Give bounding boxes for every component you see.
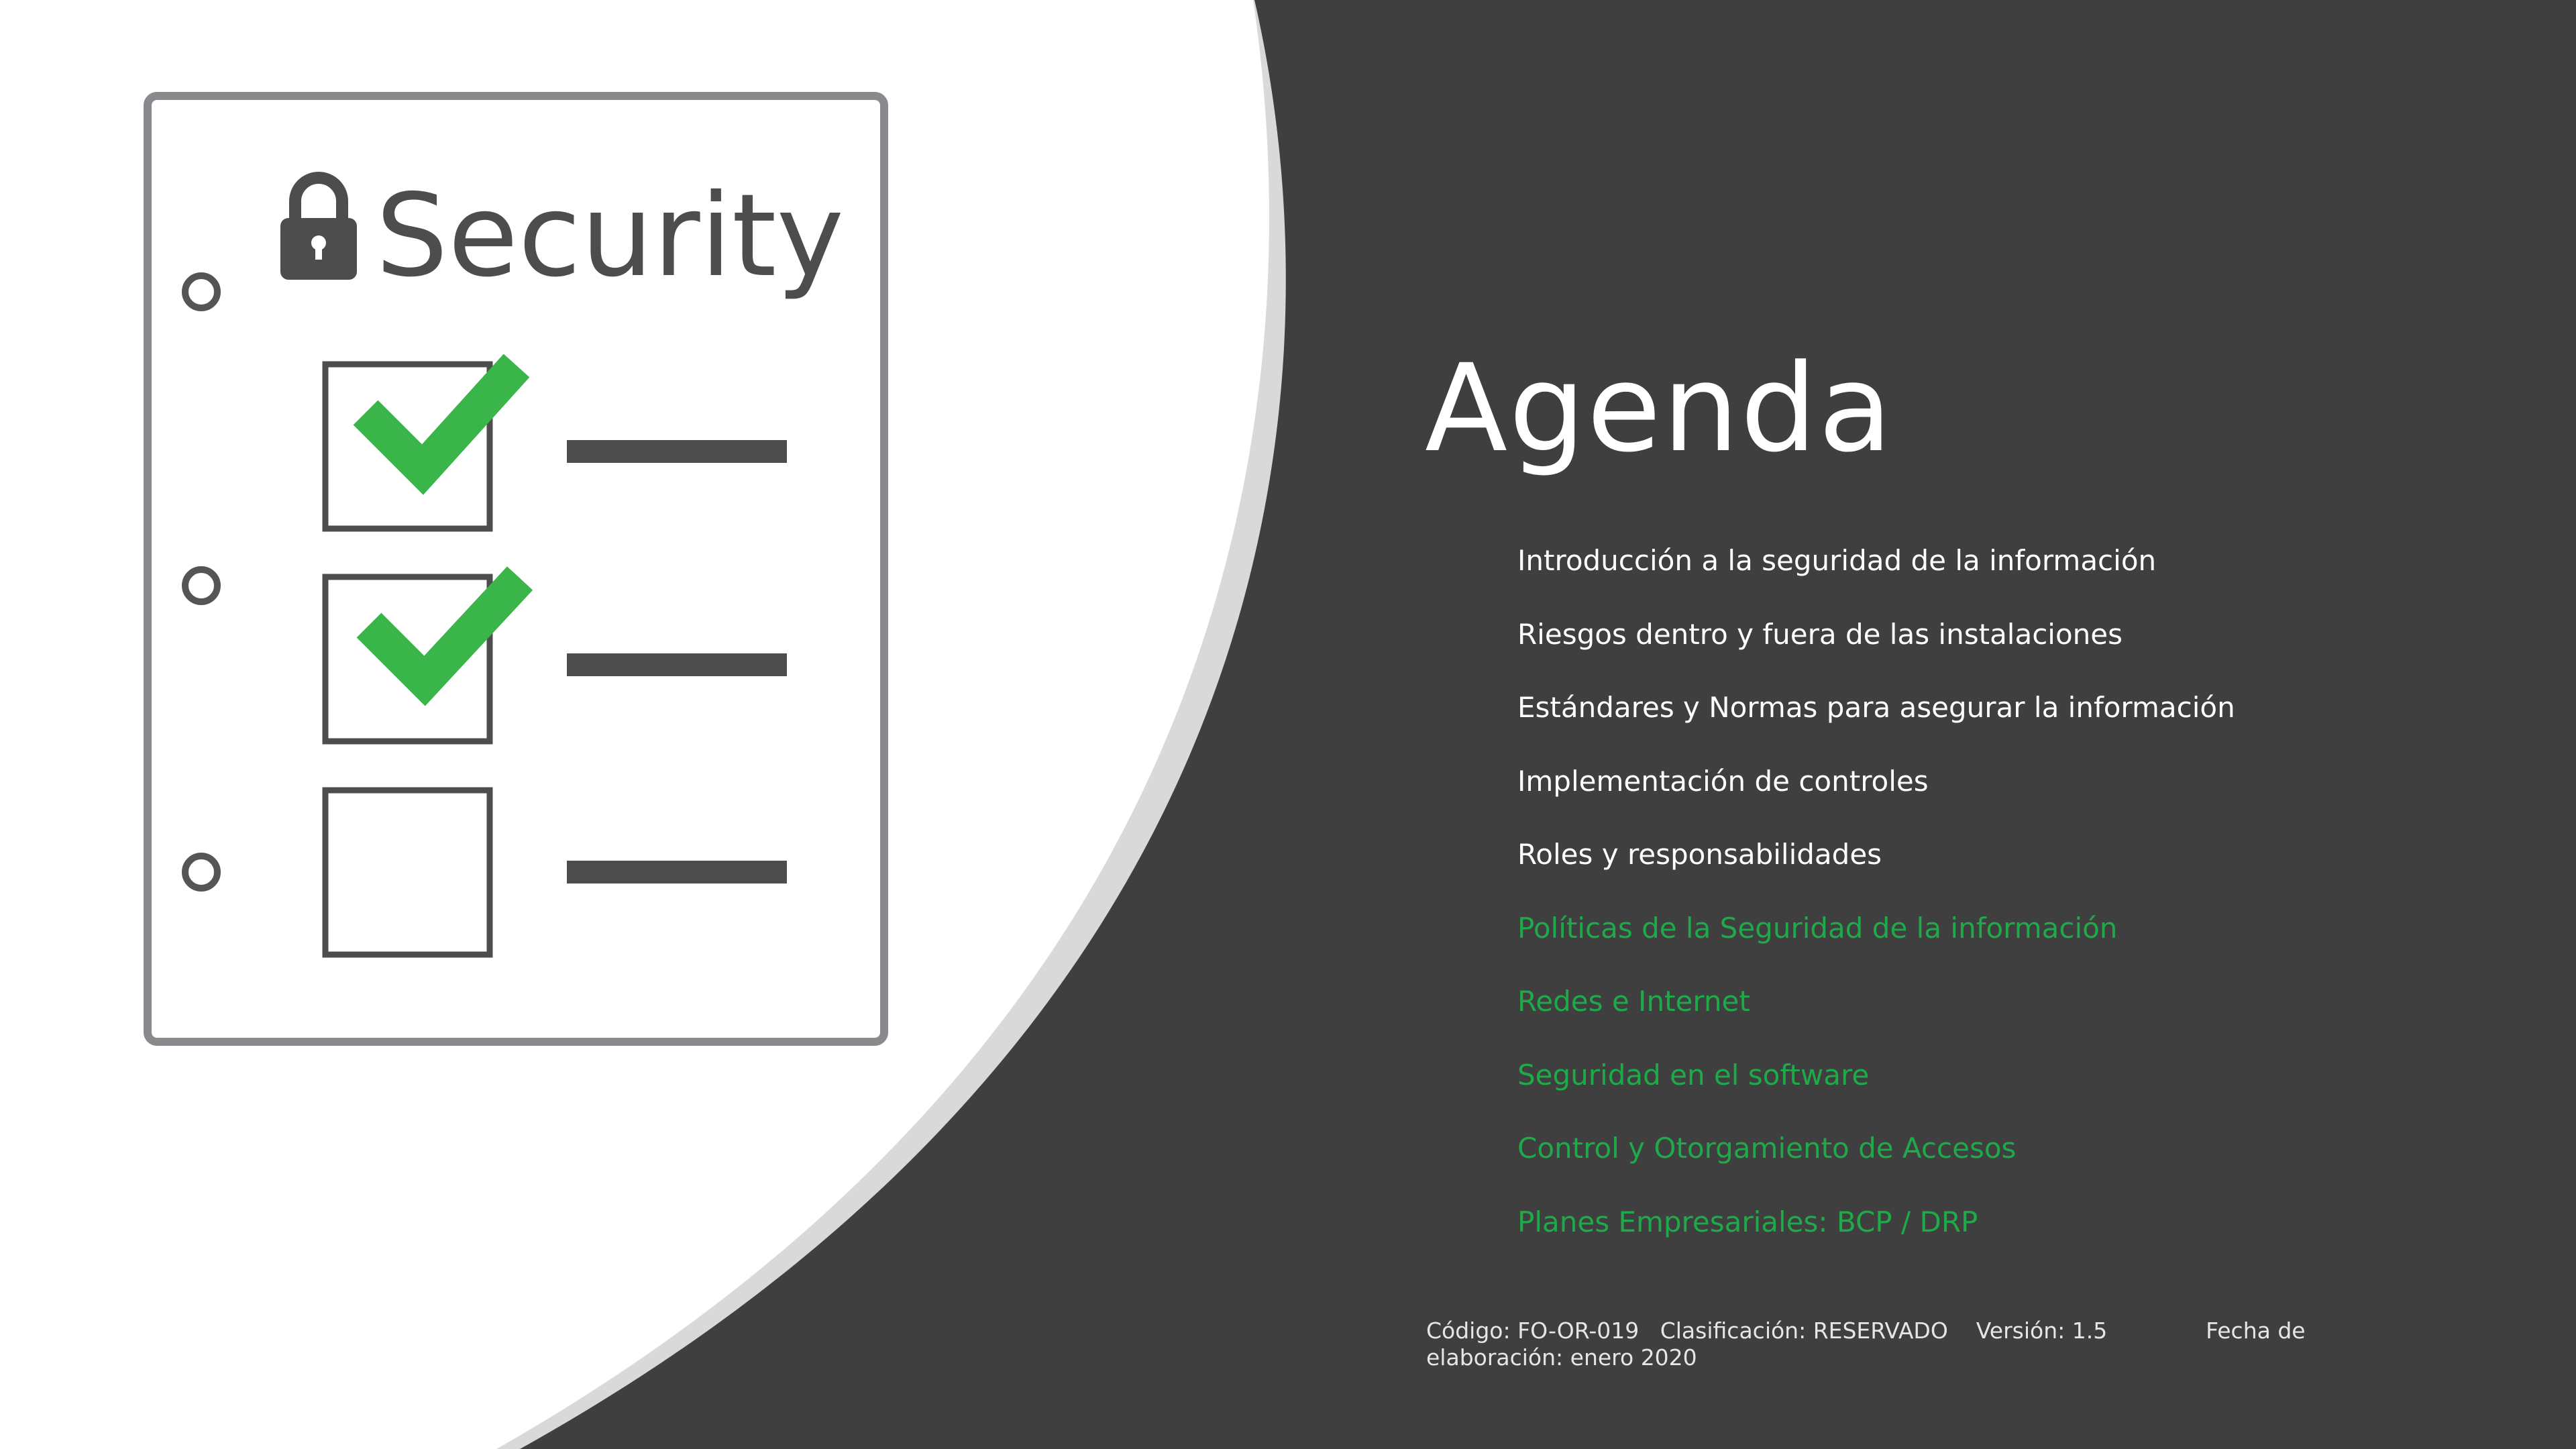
agenda-item: Estándares y Normas para asegurar la inf… bbox=[1517, 691, 2235, 724]
agenda-item: Roles y responsabilidades bbox=[1517, 838, 1882, 871]
agenda-item: Políticas de la Seguridad de la informac… bbox=[1517, 911, 2118, 945]
slide: Security Agenda Introducción a la seguri… bbox=[0, 0, 2576, 1449]
security-heading: Security bbox=[376, 170, 844, 303]
agenda-item: Planes Empresariales: BCP / DRP bbox=[1517, 1205, 1978, 1238]
agenda-item: Seguridad en el software bbox=[1517, 1058, 1870, 1091]
agenda-item: Riesgos dentro y fuera de las instalacio… bbox=[1517, 617, 2123, 651]
document-footer: Código: FO-OR-019 Clasificación: RESERVA… bbox=[1426, 1318, 2313, 1371]
line-placeholder-2 bbox=[567, 653, 787, 676]
line-placeholder-3 bbox=[567, 861, 787, 883]
agenda-item: Control y Otorgamiento de Accesos bbox=[1517, 1132, 2017, 1165]
agenda-title: Agenda bbox=[1425, 339, 1894, 479]
agenda-item: Introducción a la seguridad de la inform… bbox=[1517, 544, 2157, 577]
agenda-item: Implementación de controles bbox=[1517, 764, 1929, 798]
agenda-item: Redes e Internet bbox=[1517, 985, 1750, 1018]
line-placeholder-1 bbox=[567, 440, 787, 463]
agenda-list: Introducción a la seguridad de la inform… bbox=[1517, 542, 2235, 1277]
